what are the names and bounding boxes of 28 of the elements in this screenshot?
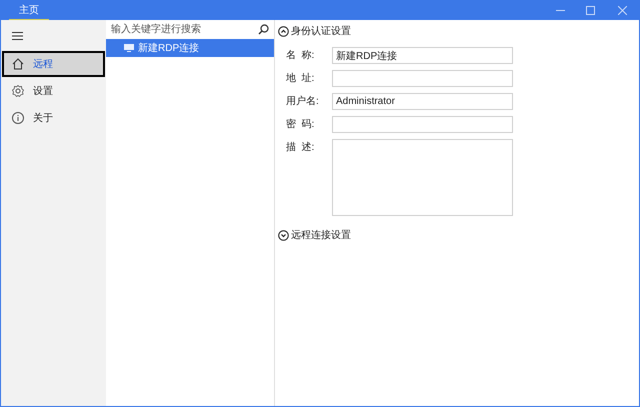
minimize-icon bbox=[556, 10, 564, 11]
field-label: 密 码: bbox=[286, 118, 316, 132]
password-field[interactable] bbox=[332, 116, 513, 133]
nav-item[interactable]: 远程 bbox=[2, 51, 105, 77]
close-icon bbox=[618, 6, 626, 15]
input-field[interactable]: Administrator bbox=[332, 93, 513, 110]
description-field[interactable] bbox=[332, 139, 513, 216]
field-label: 名 称: bbox=[286, 49, 316, 63]
nav-item[interactable]: 关于 bbox=[2, 105, 105, 131]
search-field[interactable]: 输入关键字进行搜索 bbox=[111, 22, 258, 37]
input-field[interactable] bbox=[332, 70, 513, 87]
maximize-icon bbox=[586, 6, 594, 15]
collapse-icon bbox=[278, 26, 289, 36]
input-field[interactable]: 新建RDP连接 bbox=[332, 47, 513, 64]
home-icon bbox=[11, 57, 25, 71]
section-header[interactable]: 身份认证设置 bbox=[278, 22, 639, 40]
monitor-icon bbox=[124, 44, 134, 52]
connection-item[interactable]: 新建RDP连接 bbox=[106, 39, 274, 57]
info-icon bbox=[11, 111, 25, 125]
search-icon bbox=[258, 24, 269, 35]
nav-item[interactable]: 设置 bbox=[2, 78, 105, 104]
field-label: 描 述: bbox=[286, 140, 316, 155]
section-header[interactable]: 远程连接设置 bbox=[278, 226, 639, 244]
expand-icon bbox=[278, 230, 289, 240]
menu-icon bbox=[12, 32, 22, 40]
field-label: 用户名: bbox=[286, 94, 320, 109]
gear-icon bbox=[11, 84, 25, 98]
field-label: 地 址: bbox=[286, 72, 316, 86]
